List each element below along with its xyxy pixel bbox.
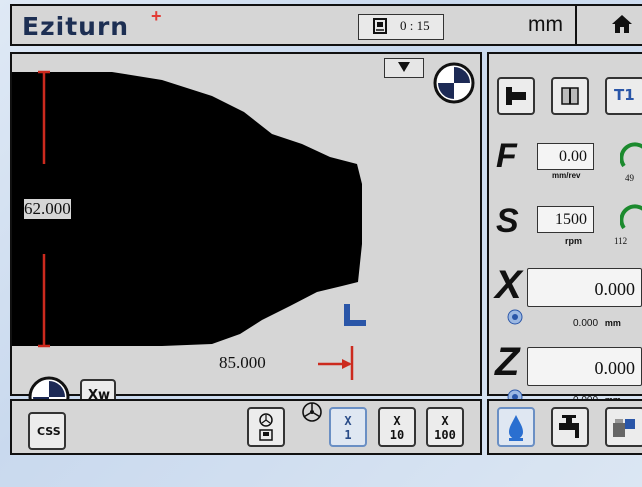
diameter-label: 62.000 (24, 199, 71, 219)
jog-x100-button[interactable]: X 100 (426, 407, 464, 447)
unit-label: mm (528, 13, 563, 36)
x-axis-secondary-unit: mm (604, 318, 621, 328)
header-divider (575, 6, 577, 46)
feed-input[interactable]: 0.00 (537, 143, 594, 170)
speed-gauge-value: 112 (614, 236, 628, 246)
tap-icon (559, 415, 579, 438)
x-axis-secondary: 0.000 mm (573, 318, 621, 329)
feed-gauge-value: 49 (625, 173, 634, 183)
tool-holder-icon (506, 87, 526, 105)
jog-x10-bottom: 10 (389, 428, 405, 442)
split-view-button[interactable] (551, 77, 589, 115)
coolant-button[interactable] (497, 407, 535, 447)
origin-marker (344, 304, 366, 326)
app-logo: Eziturn (22, 12, 130, 41)
x-axis-letter: X (495, 263, 522, 307)
feed-gauge-icon (620, 142, 642, 168)
speed-unit: rpm (565, 236, 583, 246)
jog-x1-top: X (344, 414, 352, 428)
length-label: 85.000 (219, 353, 266, 372)
settings-icon (613, 419, 635, 437)
timer-icon (373, 18, 387, 34)
x-axis-secondary-value: 0.000 (573, 318, 599, 329)
tool-select-label: T1 (614, 86, 635, 104)
jog-x100-top: X (441, 414, 449, 428)
handwheel-icon[interactable] (301, 401, 323, 423)
speed-letter: S (496, 202, 519, 240)
feed-unit: mm/rev (552, 171, 581, 180)
zero-icon[interactable] (507, 309, 523, 325)
coolant-icon (509, 415, 523, 441)
home-icon (612, 15, 632, 33)
jog-x1-bottom: 1 (344, 428, 352, 442)
timer-value: 0 : 15 (400, 18, 430, 33)
spindle-icon (259, 413, 273, 441)
chuck-icon[interactable] (433, 62, 475, 104)
x-axis-input[interactable]: 0.000 (527, 268, 642, 307)
logo-plus: + (151, 6, 162, 26)
z-axis-input[interactable]: 0.000 (527, 347, 642, 386)
settings-button[interactable] (605, 407, 642, 447)
split-view-icon (561, 87, 579, 105)
jog-x1-button[interactable]: X 1 (329, 407, 367, 447)
tap-button[interactable] (551, 407, 589, 447)
speed-input[interactable]: 1500 (537, 206, 594, 233)
jog-x10-top: X (393, 414, 401, 428)
jog-x10-button[interactable]: X 10 (378, 407, 416, 447)
feed-letter: F (496, 137, 517, 175)
z-axis-letter: Z (495, 340, 520, 384)
tool-holder-button[interactable] (497, 77, 535, 115)
speed-gauge-icon (620, 204, 642, 230)
css-label: CSS (37, 425, 61, 438)
dropdown-icon (398, 62, 410, 72)
jog-x100-bottom: 100 (434, 428, 456, 442)
part-profile-drawing (12, 70, 366, 380)
